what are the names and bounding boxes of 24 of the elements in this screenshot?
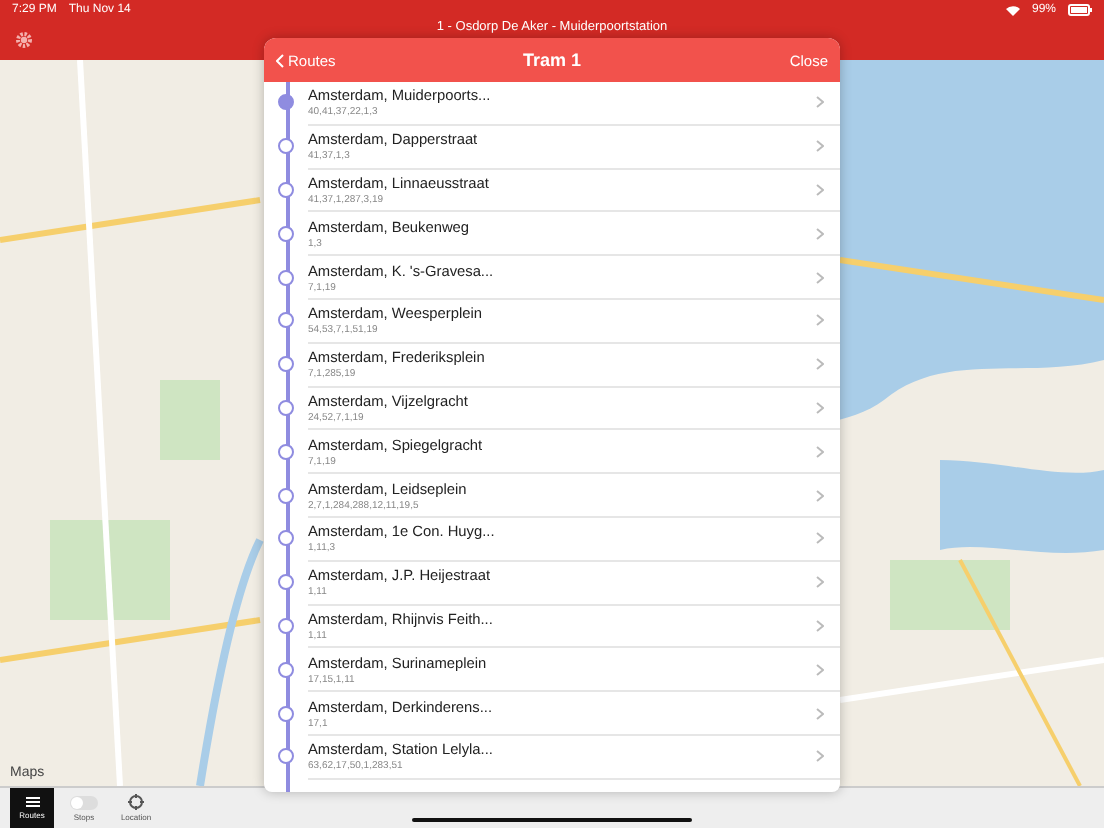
chevron-right-icon: [816, 314, 824, 327]
chevron-right-icon: [816, 489, 824, 502]
chevron-right-icon: [816, 445, 824, 458]
wifi-icon: [1005, 5, 1020, 15]
chevron-right-icon: [816, 140, 824, 153]
toggle-icon: [70, 795, 98, 809]
list-icon: [25, 796, 39, 808]
chevron-right-icon: [816, 663, 824, 676]
chevron-right-icon: [816, 401, 824, 414]
chevron-right-icon: [816, 532, 824, 545]
chevron-right-icon: [816, 96, 824, 109]
chevron-right-icon: [816, 619, 824, 632]
battery-icon: [1068, 4, 1092, 16]
settings-icon[interactable]: [16, 32, 32, 48]
sheet-title: Tram 1: [522, 50, 582, 70]
chevron-right-icon: [816, 271, 824, 284]
chevron-right-icon: [816, 358, 824, 371]
chevron-right-icon: [816, 183, 824, 196]
chevron-right-icon: [816, 576, 824, 589]
chevron-right-icon: [816, 707, 824, 720]
chevron-right-icon: [816, 227, 824, 240]
location-icon: [128, 794, 144, 810]
chevron-left-icon: [276, 53, 284, 67]
chevron-right-icon: [816, 750, 824, 763]
